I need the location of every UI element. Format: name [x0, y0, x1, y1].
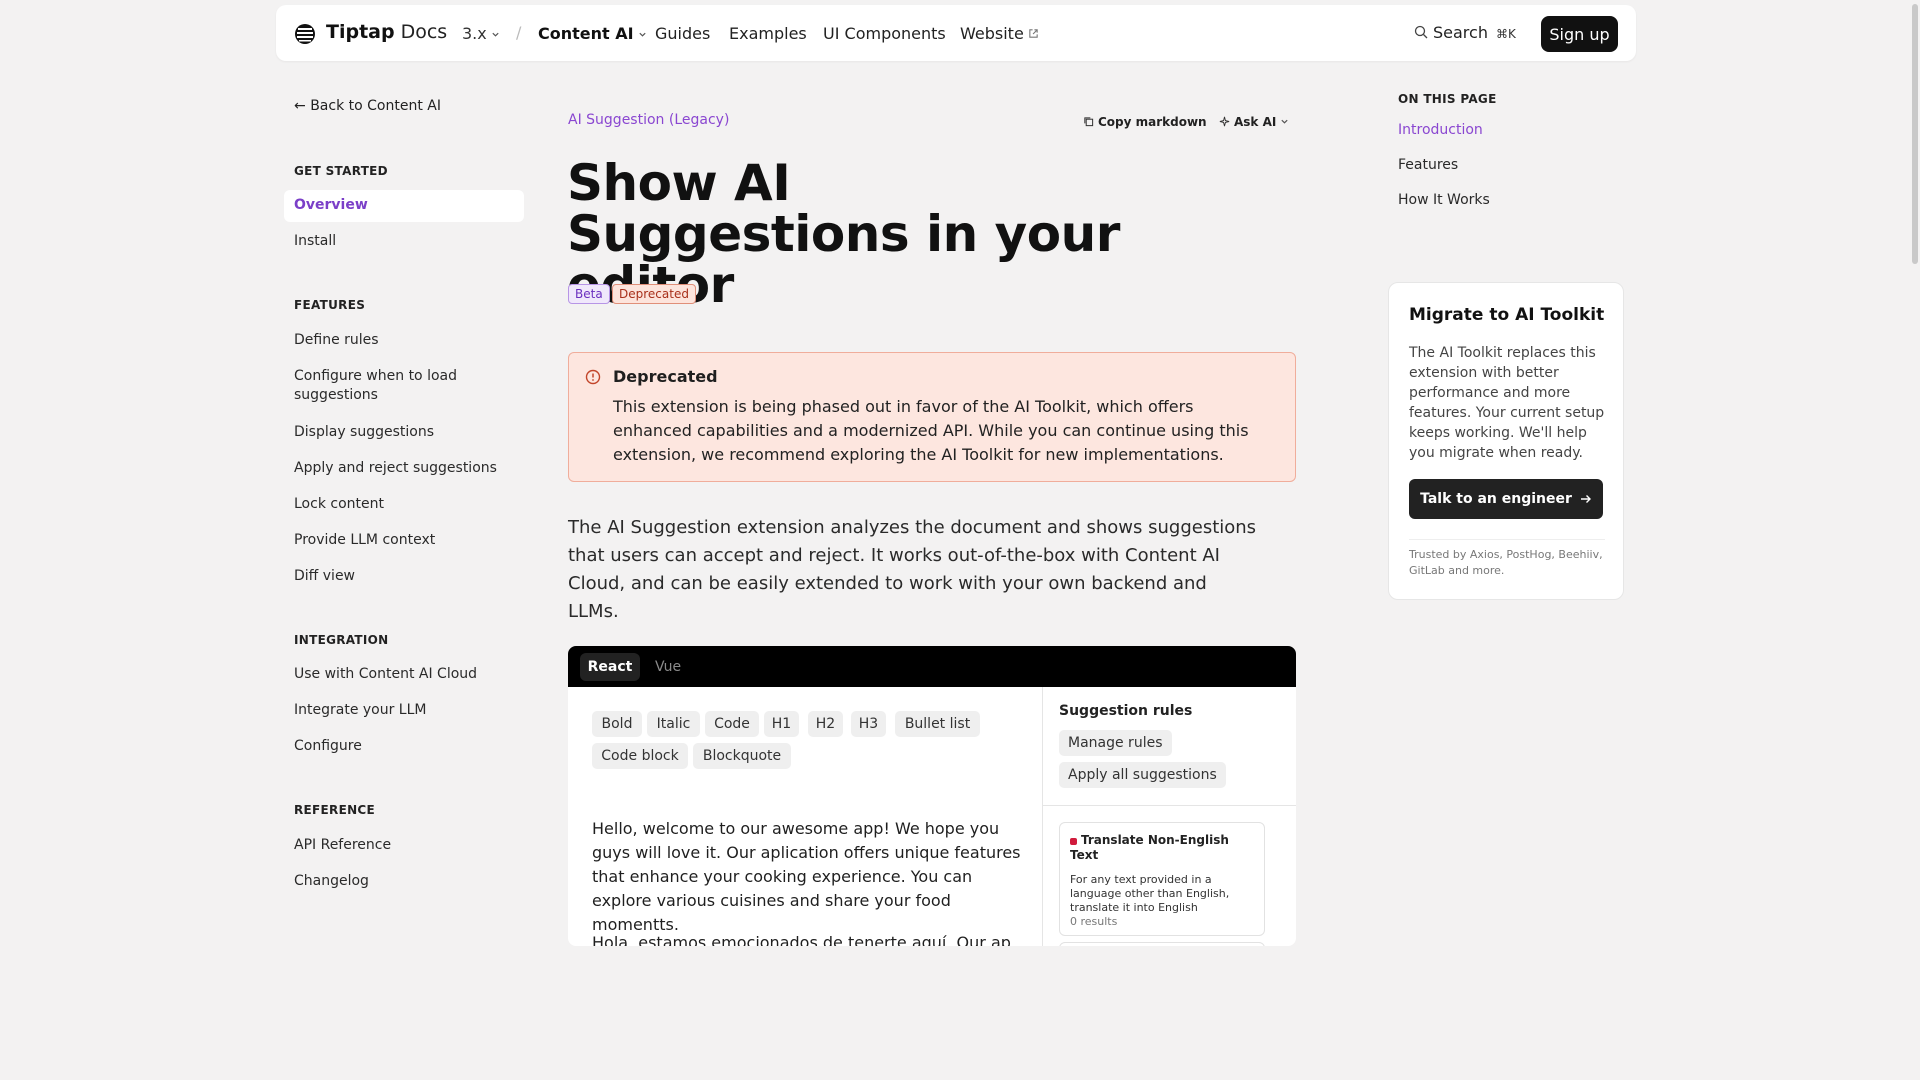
tab-vue[interactable]: Vue [648, 653, 688, 681]
sidebar-item-configure-when[interactable]: Configure when to load suggestions [294, 367, 474, 405]
search-button[interactable]: Search ⌘K [1414, 23, 1516, 42]
section-get-started: GET STARTED [294, 164, 388, 178]
rule-description: For any text provided in a language othe… [1070, 873, 1230, 914]
deprecated-callout: Deprecated This extension is being phase… [568, 352, 1296, 482]
page-scrollbar[interactable] [1910, 0, 1920, 1080]
sidebar-item-changelog[interactable]: Changelog [294, 872, 524, 891]
nav-website[interactable]: Website [960, 24, 1039, 43]
migrate-title: Migrate to AI Toolkit [1409, 305, 1605, 325]
copy-icon [1084, 117, 1094, 127]
top-header: Tiptap Docs 3.x / Content AI Guides Examp… [276, 5, 1636, 61]
nav-guides[interactable]: Guides [655, 24, 710, 43]
chevron-down-icon [1281, 119, 1288, 124]
editor-demo: React Vue Bold Italic Code H1 H2 H3 Bull… [568, 646, 1296, 946]
nav-ui-components[interactable]: UI Components [823, 24, 946, 43]
sidebar-item-integrate-llm[interactable]: Integrate your LLM [294, 701, 524, 720]
trusted-by-text: Trusted by Axios, PostHog, Beehiiv, GitL… [1409, 548, 1603, 577]
blockquote-button[interactable]: Blockquote [693, 743, 791, 769]
manage-rules-button[interactable]: Manage rules [1059, 730, 1172, 756]
sign-up-button[interactable]: Sign up [1541, 16, 1618, 52]
sidebar-item-display-suggestions[interactable]: Display suggestions [294, 423, 524, 442]
sidebar-item-use-cloud[interactable]: Use with Content AI Cloud [294, 665, 524, 684]
sidebar-item-diff-view[interactable]: Diff view [294, 567, 524, 586]
rule-card[interactable] [1059, 942, 1265, 946]
suggestion-rules-title: Suggestion rules [1059, 703, 1193, 719]
section-integration: INTEGRATION [294, 633, 389, 647]
rule-result-count: 0 results [1070, 915, 1118, 928]
search-icon [1414, 25, 1428, 39]
deprecated-badge: Deprecated [612, 284, 696, 304]
chevron-down-icon [638, 32, 646, 37]
apply-all-suggestions-button[interactable]: Apply all suggestions [1059, 762, 1226, 788]
section-features: FEATURES [294, 298, 366, 312]
header-separator: / [516, 23, 522, 42]
bullet-list-button[interactable]: Bullet list [895, 711, 980, 737]
code-button[interactable]: Code [705, 711, 759, 737]
callout-body: This extension is being phased out in fa… [613, 397, 1249, 464]
tiptap-logo-icon [295, 24, 315, 44]
rule-card[interactable]: Translate Non-English Text For any text … [1059, 822, 1265, 936]
tab-react[interactable]: React [580, 653, 640, 681]
sidebar-item-apply-reject[interactable]: Apply and reject suggestions [294, 459, 524, 478]
h3-button[interactable]: H3 [851, 711, 886, 737]
breadcrumb[interactable]: AI Suggestion (Legacy) [568, 112, 729, 128]
copy-markdown-button[interactable]: Copy markdown [1083, 115, 1207, 129]
migrate-card: Migrate to AI Toolkit The AI Toolkit rep… [1388, 282, 1624, 600]
intro-paragraph: The AI Suggestion extension analyzes the… [568, 517, 1257, 622]
sidebar-item-overview[interactable]: Overview [294, 196, 524, 215]
migrate-body: The AI Toolkit replaces this extension w… [1409, 345, 1605, 461]
ask-ai-button[interactable]: Ask AI [1219, 115, 1289, 129]
section-reference: REFERENCE [294, 803, 376, 817]
h1-button[interactable]: H1 [764, 711, 799, 737]
toc-item-introduction[interactable]: Introduction [1398, 122, 1483, 138]
h2-button[interactable]: H2 [808, 711, 843, 737]
bold-button[interactable]: Bold [592, 711, 642, 737]
sparkle-icon [1219, 116, 1230, 127]
rule-title: Translate Non-English Text [1070, 833, 1229, 862]
sidebar-item-lock-content[interactable]: Lock content [294, 495, 524, 514]
rules-divider [1042, 805, 1296, 806]
external-link-icon [1029, 29, 1038, 38]
brand-logo[interactable]: Tiptap Docs [326, 21, 447, 43]
arrow-right-icon [1580, 495, 1591, 503]
talk-to-engineer-button[interactable]: Talk to an engineer [1409, 479, 1603, 519]
arrow-left-icon: ← [294, 98, 306, 114]
toc-title: ON THIS PAGE [1398, 92, 1497, 106]
version-selector[interactable]: 3.x [462, 24, 500, 43]
alert-circle-icon [585, 369, 601, 385]
nav-examples[interactable]: Examples [729, 24, 807, 43]
editor-paragraph-2[interactable]: Hola, estamos emocionados de tenerte aqu… [592, 931, 1022, 946]
sidebar-item-provide-llm[interactable]: Provide LLM context [294, 531, 524, 550]
toc-item-how-it-works[interactable]: How It Works [1398, 192, 1490, 208]
migrate-divider [1409, 539, 1605, 540]
toc-item-features[interactable]: Features [1398, 157, 1458, 173]
code-block-button[interactable]: Code block [592, 743, 688, 769]
sidebar-item-configure[interactable]: Configure [294, 737, 524, 756]
search-shortcut: ⌘K [1495, 27, 1516, 41]
beta-badge: Beta [568, 284, 610, 304]
sidebar-item-install[interactable]: Install [294, 232, 524, 251]
scrollbar-thumb[interactable] [1912, 4, 1918, 264]
framework-tabs: React Vue [568, 646, 1296, 687]
callout-title: Deprecated [613, 367, 718, 386]
back-to-content-ai-link[interactable]: ← Back to Content AI [294, 98, 441, 114]
sidebar-item-api-reference[interactable]: API Reference [294, 836, 524, 855]
demo-divider [1042, 687, 1043, 946]
italic-button[interactable]: Italic [647, 711, 700, 737]
sidebar-item-define-rules[interactable]: Define rules [294, 331, 524, 350]
nav-content-ai[interactable]: Content AI [538, 24, 647, 43]
chevron-down-icon [492, 32, 499, 37]
editor-paragraph-1[interactable]: Hello, welcome to our awesome app! We ho… [592, 817, 1022, 937]
